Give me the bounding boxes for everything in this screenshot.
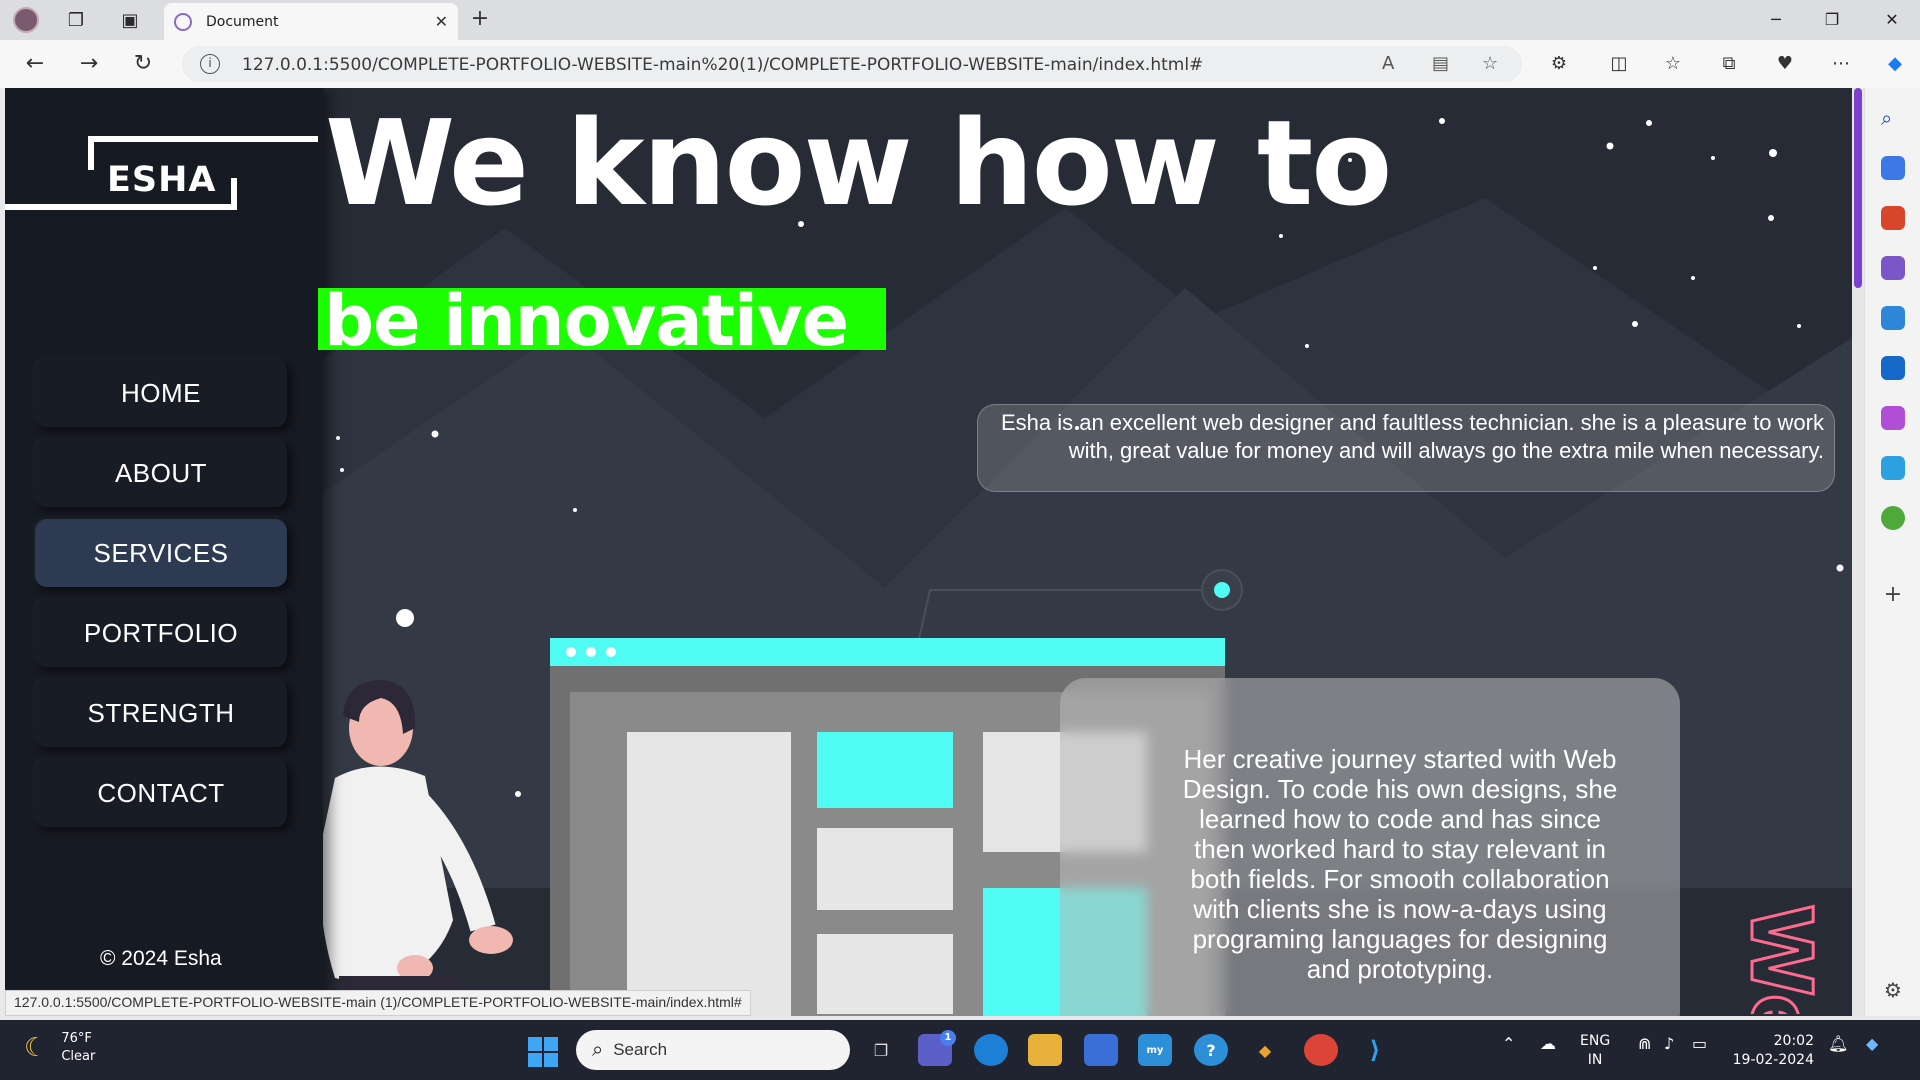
nav-portfolio-button[interactable]: PORTFOLIO — [35, 599, 287, 667]
back-arrow-icon[interactable]: ← — [20, 50, 50, 78]
games-chess-icon[interactable] — [1881, 256, 1905, 280]
copilot-icon[interactable]: ◆ — [1880, 50, 1910, 78]
hero-subheadline-highlight: be innovative — [318, 280, 886, 362]
hero-subheadline: be innovative — [324, 280, 849, 362]
close-window-icon[interactable]: ✕ — [1872, 6, 1912, 34]
nav-home-button[interactable]: HOME — [35, 359, 287, 427]
shopping-tag-icon[interactable] — [1881, 156, 1905, 180]
favorites-icon[interactable]: ☆ — [1658, 50, 1688, 78]
read-aloud-icon[interactable]: A — [1382, 53, 1394, 74]
weather-desc: Clear — [61, 1049, 96, 1064]
help-icon[interactable]: ? — [1194, 1034, 1228, 1066]
scroll-thumb[interactable] — [1854, 88, 1862, 288]
browser-essentials-icon[interactable]: ♥ — [1770, 50, 1800, 78]
split-screen-icon[interactable]: ◫ — [1604, 50, 1634, 78]
outlook-icon[interactable] — [1881, 356, 1905, 380]
taskbar-clock[interactable]: 20:02 19-02-2024 — [1732, 1032, 1814, 1070]
address-bar[interactable]: i 127.0.0.1:5500/COMPLETE-PORTFOLIO-WEBS… — [182, 46, 1522, 82]
add-sidebar-icon[interactable]: + — [1881, 582, 1905, 607]
workspaces-icon[interactable]: ❐ — [62, 6, 90, 34]
site-logo[interactable]: ESHA — [107, 160, 217, 200]
nav-contact-button[interactable]: CONTACT — [35, 759, 287, 827]
weather-temp: 76°F — [61, 1031, 92, 1046]
lang-line1: ENG — [1580, 1033, 1611, 1049]
vertical-text: We — [1750, 903, 1832, 1015]
edge-sidebar: ⌕ + ⚙ — [1864, 88, 1920, 1016]
collections-icon[interactable]: ⧉ — [1714, 50, 1744, 78]
restore-icon[interactable]: ❐ — [1812, 6, 1852, 34]
page-scrollbar[interactable] — [1852, 88, 1864, 1016]
profile-avatar-icon[interactable] — [12, 6, 40, 34]
hero-headline: We know how to — [325, 94, 1392, 232]
link-status-tooltip: 127.0.0.1:5500/COMPLETE-PORTFOLIO-WEBSIT… — [5, 990, 751, 1016]
teams-badge: 1 — [940, 1030, 956, 1046]
myhp-icon[interactable]: my — [1138, 1034, 1172, 1066]
weather-widget[interactable]: ☾ 76°F Clear — [24, 1030, 95, 1066]
show-hidden-icons-chevron-icon[interactable]: ⌃ — [1502, 1034, 1515, 1053]
battery-icon[interactable]: ▭ — [1692, 1034, 1707, 1053]
task-view-icon[interactable]: ❐ — [864, 1034, 898, 1066]
sublime-text-icon[interactable]: ◆ — [1248, 1034, 1282, 1066]
close-tab-icon[interactable]: ✕ — [435, 12, 448, 31]
drop-send-icon[interactable] — [1881, 456, 1905, 480]
web-page: ESHA HOME ABOUT SERVICES PORTFOLIO STREN… — [5, 88, 1852, 1016]
extensions-icon[interactable]: ⚙ — [1544, 50, 1574, 78]
vertical-outline-text: We — [1750, 864, 1850, 1015]
copyright-text: © 2024 Esha — [100, 947, 222, 970]
wifi-icon[interactable]: ⋒ — [1638, 1034, 1651, 1053]
nav-strength-button[interactable]: STRENGTH — [35, 679, 287, 747]
file-explorer-icon[interactable] — [1028, 1034, 1062, 1066]
browser-tab-bar: ❐ ▣ Document ✕ + ─ ❐ ✕ — [0, 0, 1920, 40]
tab-favicon-icon — [174, 12, 192, 31]
site-sidebar: ESHA HOME ABOUT SERVICES PORTFOLIO STREN… — [5, 88, 323, 1016]
search-icon: ⌕ — [592, 1038, 604, 1061]
address-toolbar: ← → ↻ i 127.0.0.1:5500/COMPLETE-PORTFOLI… — [0, 40, 1920, 88]
volume-icon[interactable]: ♪ — [1664, 1034, 1674, 1053]
about-story-card: Her creative journey started with Web De… — [1060, 678, 1680, 1016]
sidebar-settings-icon[interactable]: ⚙ — [1881, 978, 1905, 1002]
clock-time: 20:02 — [1773, 1033, 1814, 1049]
nav-about-button[interactable]: ABOUT — [35, 439, 287, 507]
tab-title: Document — [206, 13, 279, 30]
new-tab-button[interactable]: + — [466, 6, 494, 34]
lang-line2: IN — [1587, 1052, 1603, 1068]
clock-date: 19-02-2024 — [1732, 1052, 1814, 1068]
start-button[interactable] — [528, 1037, 558, 1067]
moon-icon: ☾ — [24, 1033, 48, 1063]
more-menu-icon[interactable]: ⋯ — [1826, 50, 1856, 78]
vertical-tabs-icon[interactable]: ▣ — [116, 6, 144, 34]
edge-browser-icon[interactable] — [974, 1034, 1008, 1066]
immersive-reader-icon[interactable]: ▤ — [1432, 53, 1449, 74]
nav-services-button[interactable]: SERVICES — [35, 519, 287, 587]
microsoft-store-icon[interactable] — [1084, 1034, 1118, 1066]
search-icon[interactable]: ⌕ — [1881, 106, 1905, 130]
onedrive-cloud-icon[interactable]: ☁ — [1540, 1034, 1556, 1053]
windows-taskbar: ☾ 76°F Clear ⌕ Search ❐ 1 my ? ◆ ⟩ ⌃ ☁ E… — [0, 1020, 1920, 1080]
search-placeholder: Search — [613, 1040, 668, 1059]
taskbar-search[interactable]: ⌕ Search — [576, 1030, 850, 1070]
site-info-icon[interactable]: i — [200, 54, 220, 74]
microsoft-365-icon[interactable] — [1881, 306, 1905, 330]
copilot-taskbar-icon[interactable]: ◆ — [1866, 1034, 1878, 1053]
testimonial-quote: Esha is an excellent web designer and fa… — [977, 404, 1835, 492]
url-text[interactable]: 127.0.0.1:5500/COMPLETE-PORTFOLIO-WEBSIT… — [242, 55, 1203, 75]
favorite-star-icon[interactable]: ☆ — [1482, 53, 1498, 74]
chrome-icon[interactable] — [1304, 1034, 1338, 1066]
browser-tab[interactable]: Document ✕ — [164, 3, 458, 40]
designer-icon[interactable] — [1881, 406, 1905, 430]
notification-bell-icon[interactable]: 🔔︎ — [1828, 1034, 1848, 1053]
tools-toolbox-icon[interactable] — [1881, 206, 1905, 230]
vscode-icon[interactable]: ⟩ — [1358, 1034, 1392, 1066]
forward-arrow-icon[interactable]: → — [74, 50, 104, 78]
refresh-icon[interactable]: ↻ — [128, 50, 158, 78]
language-indicator[interactable]: ENG IN — [1580, 1032, 1610, 1070]
minimize-icon[interactable]: ─ — [1756, 6, 1796, 34]
tree-icon[interactable] — [1881, 506, 1905, 530]
teams-chat-icon[interactable]: 1 — [918, 1030, 956, 1066]
